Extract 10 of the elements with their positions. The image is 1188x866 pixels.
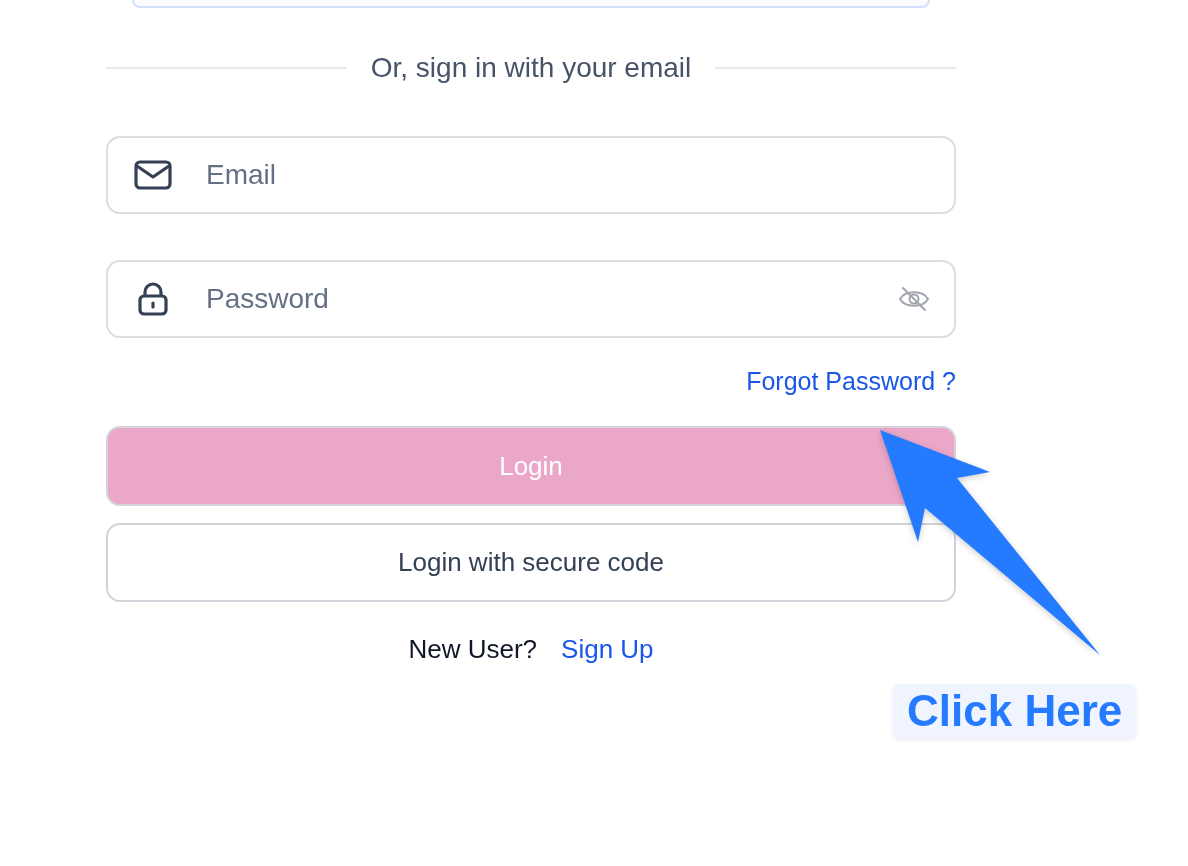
- signup-prompt: New User?: [408, 634, 538, 665]
- envelope-icon: [134, 160, 172, 190]
- divider-text: Or, sign in with your email: [370, 52, 692, 84]
- signup-link[interactable]: Sign Up: [561, 634, 654, 665]
- password-field[interactable]: Password: [106, 260, 956, 338]
- eye-off-icon[interactable]: [898, 286, 930, 312]
- email-field[interactable]: Email: [106, 136, 956, 214]
- forgot-password-link[interactable]: Forgot Password ?: [746, 367, 956, 396]
- secure-code-button[interactable]: Login with secure code: [106, 523, 956, 602]
- callout-label: Click Here: [893, 684, 1137, 738]
